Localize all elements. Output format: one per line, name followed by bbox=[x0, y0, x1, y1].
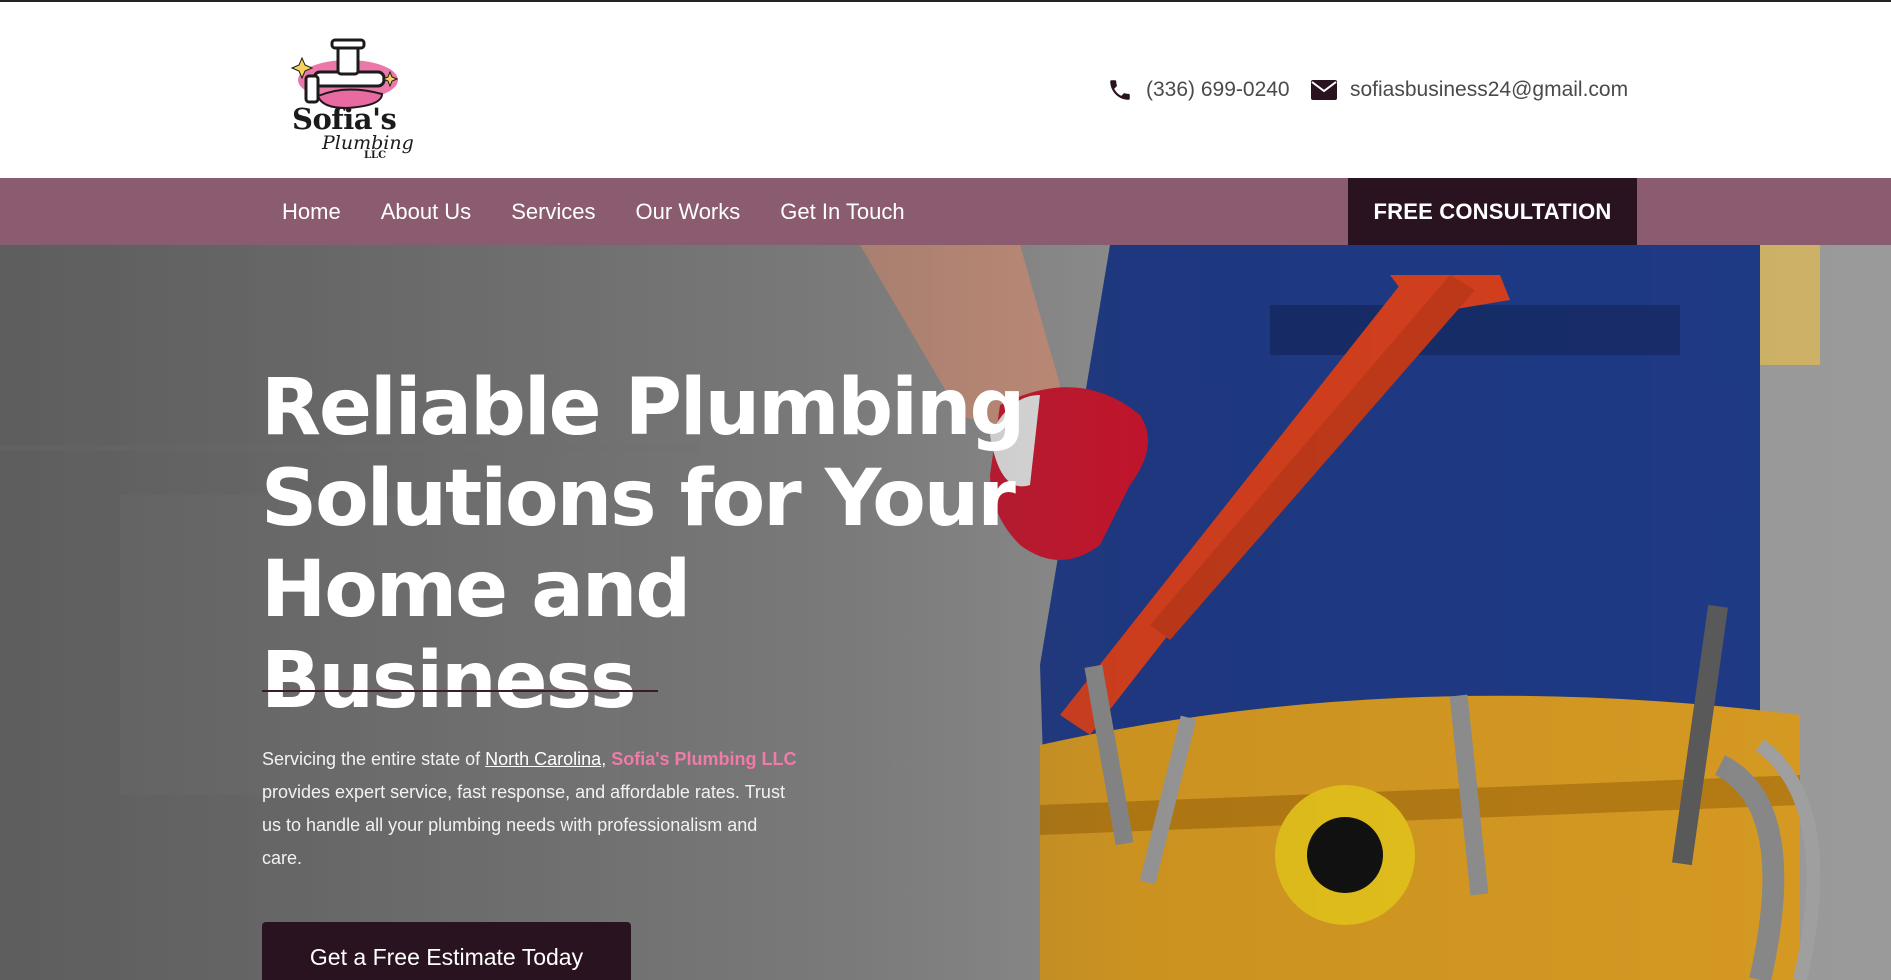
logo-name: Sofia's bbox=[292, 102, 397, 136]
nav-item-about-us[interactable]: About Us bbox=[381, 199, 472, 225]
envelope-icon bbox=[1310, 76, 1338, 104]
main-nav: Home About Us Services Our Works Get In … bbox=[0, 178, 1891, 245]
nav-item-get-in-touch[interactable]: Get In Touch bbox=[780, 199, 904, 225]
email-contact[interactable]: sofiasbusiness24@gmail.com bbox=[1310, 75, 1628, 105]
hero-desc-prefix: Servicing the entire state of bbox=[262, 749, 486, 769]
phone-contact[interactable]: (336) 699-0240 bbox=[1106, 75, 1290, 105]
free-consultation-button[interactable]: FREE CONSULTATION bbox=[1348, 178, 1637, 245]
hero-description: Servicing the entire state of North Caro… bbox=[262, 743, 802, 875]
hero-section: Reliable Plumbing Solutions for Your Hom… bbox=[0, 245, 1891, 980]
hero-divider bbox=[262, 690, 658, 692]
north-carolina-link[interactable]: North Carolina bbox=[485, 749, 601, 769]
hero-desc-comma: , bbox=[601, 749, 612, 769]
phone-icon bbox=[1106, 76, 1134, 104]
nav-item-our-works[interactable]: Our Works bbox=[636, 199, 741, 225]
hero-desc-brand: Sofia's Plumbing LLC bbox=[611, 749, 797, 769]
hero-title: Reliable Plumbing Solutions for Your Hom… bbox=[261, 363, 1025, 726]
site-header: Sofia's Plumbing LLC (336) 699-0240 sofi… bbox=[0, 2, 1891, 178]
logo-suffix: LLC bbox=[364, 150, 387, 161]
nav-links: Home About Us Services Our Works Get In … bbox=[282, 178, 905, 245]
phone-number[interactable]: (336) 699-0240 bbox=[1146, 78, 1290, 102]
nav-item-services[interactable]: Services bbox=[511, 199, 595, 225]
free-estimate-button[interactable]: Get a Free Estimate Today bbox=[262, 922, 631, 980]
hero-desc-rest: provides expert service, fast response, … bbox=[262, 782, 785, 868]
email-address[interactable]: sofiasbusiness24@gmail.com bbox=[1350, 78, 1628, 102]
nav-item-home[interactable]: Home bbox=[282, 199, 341, 225]
brand-logo[interactable]: Sofia's Plumbing LLC bbox=[286, 36, 414, 164]
